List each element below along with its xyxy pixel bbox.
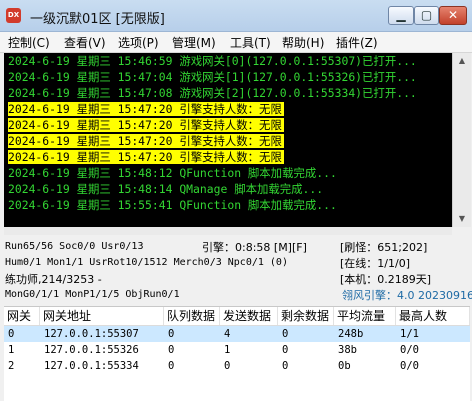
log-text: 2024-6-19 星期三 15:47:08 游戏网关[2](127.0.0.1… <box>8 86 417 100</box>
col-max-users[interactable]: 最高人数 <box>396 307 470 325</box>
menu-options[interactable]: 选项(P) <box>118 34 159 51</box>
log-console[interactable]: 2024-6-19 星期三 15:46:59 游戏网关[0](127.0.0.1… <box>4 53 452 227</box>
log-text: 2024-6-19 星期三 15:55:41 QFunction 脚本加载完成.… <box>8 198 337 212</box>
cell-queue: 0 <box>168 328 175 340</box>
table-row[interactable]: 1 127.0.0.1:55326 0 1 0 38b 0/0 <box>4 342 470 358</box>
log-horizontal-scrollbar[interactable] <box>4 227 452 235</box>
col-queue-data[interactable]: 队列数据 <box>164 307 220 325</box>
log-line: 2024-6-19 星期三 15:47:20 引擎支持人数：无限 <box>8 133 284 149</box>
cell-queue: 0 <box>168 344 175 356</box>
cell-gateway: 0 <box>8 328 15 340</box>
log-line: 2024-6-19 星期三 15:46:59 游戏网关[0](127.0.0.1… <box>8 53 417 69</box>
log-text: 2024-6-19 星期三 15:46:59 游戏网关[0](127.0.0.1… <box>8 54 417 68</box>
menu-plugins[interactable]: 插件(Z) <box>336 34 378 51</box>
cell-max-users: 0/0 <box>400 360 419 372</box>
cell-traffic: 38b <box>338 344 357 356</box>
cell-address: 127.0.0.1:55307 <box>44 328 139 340</box>
menu-control[interactable]: 控制(C) <box>8 34 50 51</box>
gateway-table: 网关 网关地址 队列数据 发送数据 剩余数据 平均流量 最高人数 0 127.0… <box>4 306 470 401</box>
log-text: 2024-6-19 星期三 15:47:20 引擎支持人数：无限 <box>8 118 284 132</box>
table-header: 网关 网关地址 队列数据 发送数据 剩余数据 平均流量 最高人数 <box>4 307 470 326</box>
log-line: 2024-6-19 星期三 15:47:20 引擎支持人数：无限 <box>8 117 284 133</box>
log-vertical-scrollbar[interactable]: ▲ ▼ <box>452 53 471 227</box>
cell-send: 0 <box>224 360 231 372</box>
cell-remaining: 0 <box>282 344 289 356</box>
cell-traffic: 0b <box>338 360 351 372</box>
col-avg-traffic[interactable]: 平均流量 <box>334 307 396 325</box>
close-button[interactable]: ✕ <box>439 6 467 25</box>
menu-view[interactable]: 查看(V) <box>64 34 106 51</box>
log-line: 2024-6-19 星期三 15:47:04 游戏网关[1](127.0.0.1… <box>8 69 417 85</box>
table-row[interactable]: 0 127.0.0.1:55307 0 4 0 248b 1/1 <box>4 326 470 342</box>
cell-address: 127.0.0.1:55326 <box>44 344 139 356</box>
log-text: 2024-6-19 星期三 15:48:14 QManage 脚本加载完成... <box>8 182 324 196</box>
log-text: 2024-6-19 星期三 15:47:20 引擎支持人数：无限 <box>8 102 284 116</box>
cell-send: 1 <box>224 344 231 356</box>
engine-version: 翎风引擎：4.0 20230916 <box>342 289 472 302</box>
status-mon: MonG0/1/1 MonP1/1/5 ObjRun0/1 <box>5 289 180 300</box>
log-text: 2024-6-19 星期三 15:47:04 游戏网关[1](127.0.0.1… <box>8 70 417 84</box>
minimize-button[interactable]: ▁ <box>388 6 414 25</box>
log-line: 2024-6-19 星期三 15:47:20 引擎支持人数：无限 <box>8 101 284 117</box>
scroll-down-arrow-icon[interactable]: ▼ <box>454 211 470 227</box>
status-hum: Hum0/1 Mon1/1 UsrRot10/1512 Merch0/3 Npc… <box>5 257 288 268</box>
cell-queue: 0 <box>168 360 175 372</box>
cell-remaining: 0 <box>282 328 289 340</box>
log-line: 2024-6-19 星期三 15:55:41 QFunction 脚本加载完成.… <box>8 197 337 213</box>
title-bar[interactable]: DX 一级沉默01区 [无限版] ▁ ▢ ✕ <box>0 0 472 32</box>
cell-send: 4 <box>224 328 231 340</box>
app-icon: DX <box>6 8 21 23</box>
log-line: 2024-6-19 星期三 15:47:08 游戏网关[2](127.0.0.1… <box>8 85 417 101</box>
cell-max-users: 0/0 <box>400 344 419 356</box>
status-refresh: [刷怪：651;202] <box>340 241 428 254</box>
log-text: 2024-6-19 星期三 15:47:20 引擎支持人数：无限 <box>8 134 284 148</box>
cell-gateway: 2 <box>8 360 15 372</box>
menu-tools[interactable]: 工具(T) <box>230 34 271 51</box>
menu-manage[interactable]: 管理(M) <box>172 34 216 51</box>
col-remaining-data[interactable]: 剩余数据 <box>278 307 334 325</box>
table-row[interactable]: 2 127.0.0.1:55334 0 0 0 0b 0/0 <box>4 358 470 374</box>
status-online: [在线：1/1/0] <box>340 257 410 270</box>
scroll-up-arrow-icon[interactable]: ▲ <box>454 53 470 69</box>
cell-remaining: 0 <box>282 360 289 372</box>
cell-max-users: 1/1 <box>400 328 419 340</box>
cell-gateway: 1 <box>8 344 15 356</box>
col-send-data[interactable]: 发送数据 <box>220 307 278 325</box>
maximize-button[interactable]: ▢ <box>414 6 439 25</box>
log-text: 2024-6-19 星期三 15:47:20 引擎支持人数：无限 <box>8 150 284 164</box>
status-trainer: 练功师,214/3253 - <box>5 273 102 286</box>
cell-traffic: 248b <box>338 328 364 340</box>
log-line: 2024-6-19 星期三 15:48:14 QManage 脚本加载完成... <box>8 181 323 197</box>
menu-bar: 控制(C) 查看(V) 选项(P) 管理(M) 工具(T) 帮助(H) 插件(Z… <box>0 32 472 53</box>
log-line: 2024-6-19 星期三 15:48:12 QFunction 脚本加载完成.… <box>8 165 337 181</box>
col-gateway[interactable]: 网关 <box>4 307 40 325</box>
status-local: [本机：0.2189天] <box>340 273 432 286</box>
status-engine-time: 引擎：0:8:58 [M][F] <box>202 241 307 254</box>
log-line: 2024-6-19 星期三 15:47:20 引擎支持人数：无限 <box>8 149 284 165</box>
menu-help[interactable]: 帮助(H) <box>282 34 324 51</box>
log-text: 2024-6-19 星期三 15:48:12 QFunction 脚本加载完成.… <box>8 166 337 180</box>
col-gateway-address[interactable]: 网关地址 <box>40 307 164 325</box>
cell-address: 127.0.0.1:55334 <box>44 360 139 372</box>
window-title: 一级沉默01区 [无限版] <box>30 12 165 27</box>
status-run: Run65/56 Soc0/0 Usr0/13 <box>5 241 144 252</box>
